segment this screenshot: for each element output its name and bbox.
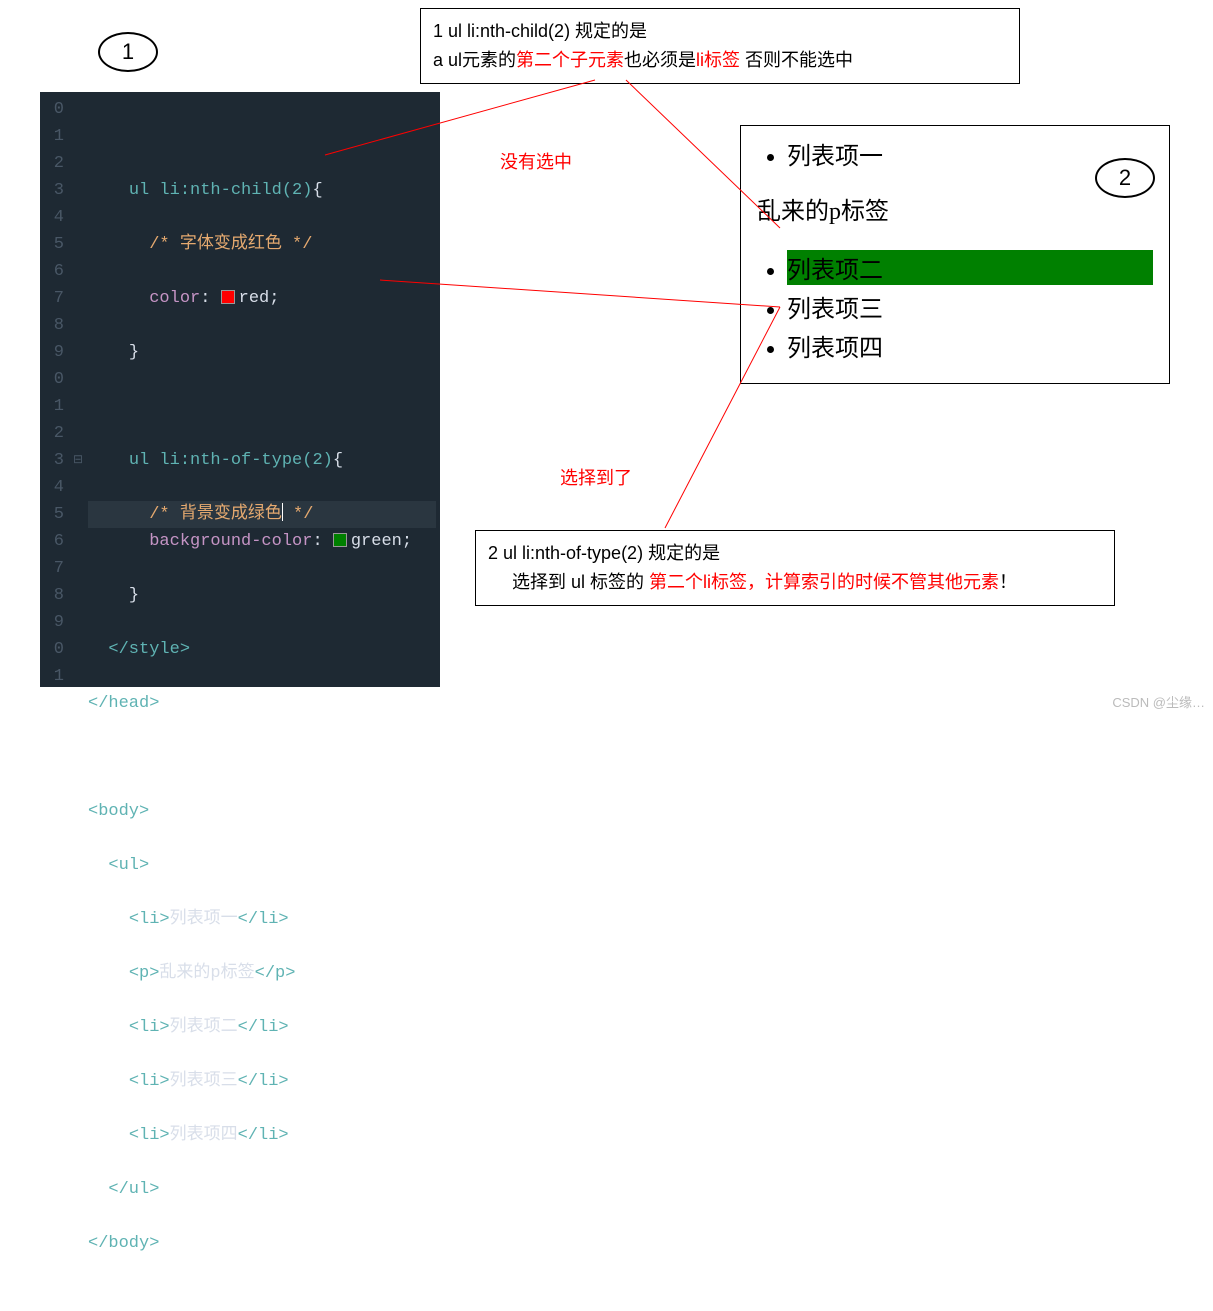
code-line-20: </ul>: [88, 1176, 436, 1203]
top-line1: 1 ul li:nth-child(2) 规定的是: [433, 17, 1007, 46]
fold-gutter: ⊟: [70, 92, 86, 687]
badge-2: 2: [1095, 158, 1155, 198]
code-line-12: [88, 744, 436, 771]
output-list: 列表项一: [757, 136, 1153, 171]
output-list-2: 列表项二 列表项三 列表项四: [757, 250, 1153, 363]
code-line-2: /* 字体变成红色 */: [88, 231, 436, 258]
code-line-10: </style>: [88, 636, 436, 663]
code-line-18: <li>列表项三</li>: [88, 1068, 436, 1095]
bottom-line2: 选择到 ul 标签的 第二个li标签，计算索引的时候不管其他元素！: [488, 568, 1102, 597]
code-area[interactable]: ul li:nth-child(2){ /* 字体变成红色 */ color: …: [86, 92, 440, 687]
bottom-line1: 2 ul li:nth-of-type(2) 规定的是: [488, 539, 1102, 568]
code-line-13: <body>: [88, 798, 436, 825]
code-line-15: <li>列表项一</li>: [88, 906, 436, 933]
watermark: CSDN @尘缘…: [1112, 692, 1205, 711]
top-line2: a ul元素的第二个子元素也必须是li标签 否则不能选中: [433, 46, 1007, 75]
code-line-14: <ul>: [88, 852, 436, 879]
output-item-1: 列表项一: [787, 136, 1153, 171]
code-line-8: background-color: green;: [88, 528, 436, 555]
code-editor: 0 1 2 3 4 5 6 7 8 9 0 1 2 3 4 5 6 7 8 9 …: [40, 92, 440, 687]
output-item-2: 列表项二: [787, 250, 1153, 285]
code-line-17: <li>列表项二</li>: [88, 1014, 436, 1041]
code-line-11: </head>: [88, 690, 436, 717]
output-item-3: 列表项三: [787, 289, 1153, 324]
fold-icon[interactable]: ⊟: [70, 447, 86, 474]
code-line-7: /* 背景变成绿色 */: [88, 501, 436, 528]
code-line-21: </body>: [88, 1230, 436, 1257]
output-item-4: 列表项四: [787, 328, 1153, 363]
code-line-19: <li>列表项四</li>: [88, 1122, 436, 1149]
top-explanation: 1 ul li:nth-child(2) 规定的是 a ul元素的第二个子元素也…: [420, 8, 1020, 84]
code-line-6: ul li:nth-of-type(2){: [88, 447, 436, 474]
annot-selected: 选择到了: [560, 464, 632, 490]
code-line-0: [88, 123, 436, 150]
code-line-16: <p>乱来的p标签</p>: [88, 960, 436, 987]
code-line-1: ul li:nth-child(2){: [88, 177, 436, 204]
line-gutter: 0 1 2 3 4 5 6 7 8 9 0 1 2 3 4 5 6 7 8 9 …: [40, 92, 70, 687]
code-line-3: color: red;: [88, 285, 436, 312]
bottom-explanation: 2 ul li:nth-of-type(2) 规定的是 选择到 ul 标签的 第…: [475, 530, 1115, 606]
badge-1-label: 1: [122, 39, 134, 65]
badge-2-label: 2: [1119, 165, 1131, 191]
code-line-9: }: [88, 582, 436, 609]
code-line-5: [88, 393, 436, 420]
output-p: 乱来的p标签: [757, 191, 1153, 226]
badge-1: 1: [98, 32, 158, 72]
annot-not-selected: 没有选中: [500, 148, 572, 174]
code-line-4: }: [88, 339, 436, 366]
